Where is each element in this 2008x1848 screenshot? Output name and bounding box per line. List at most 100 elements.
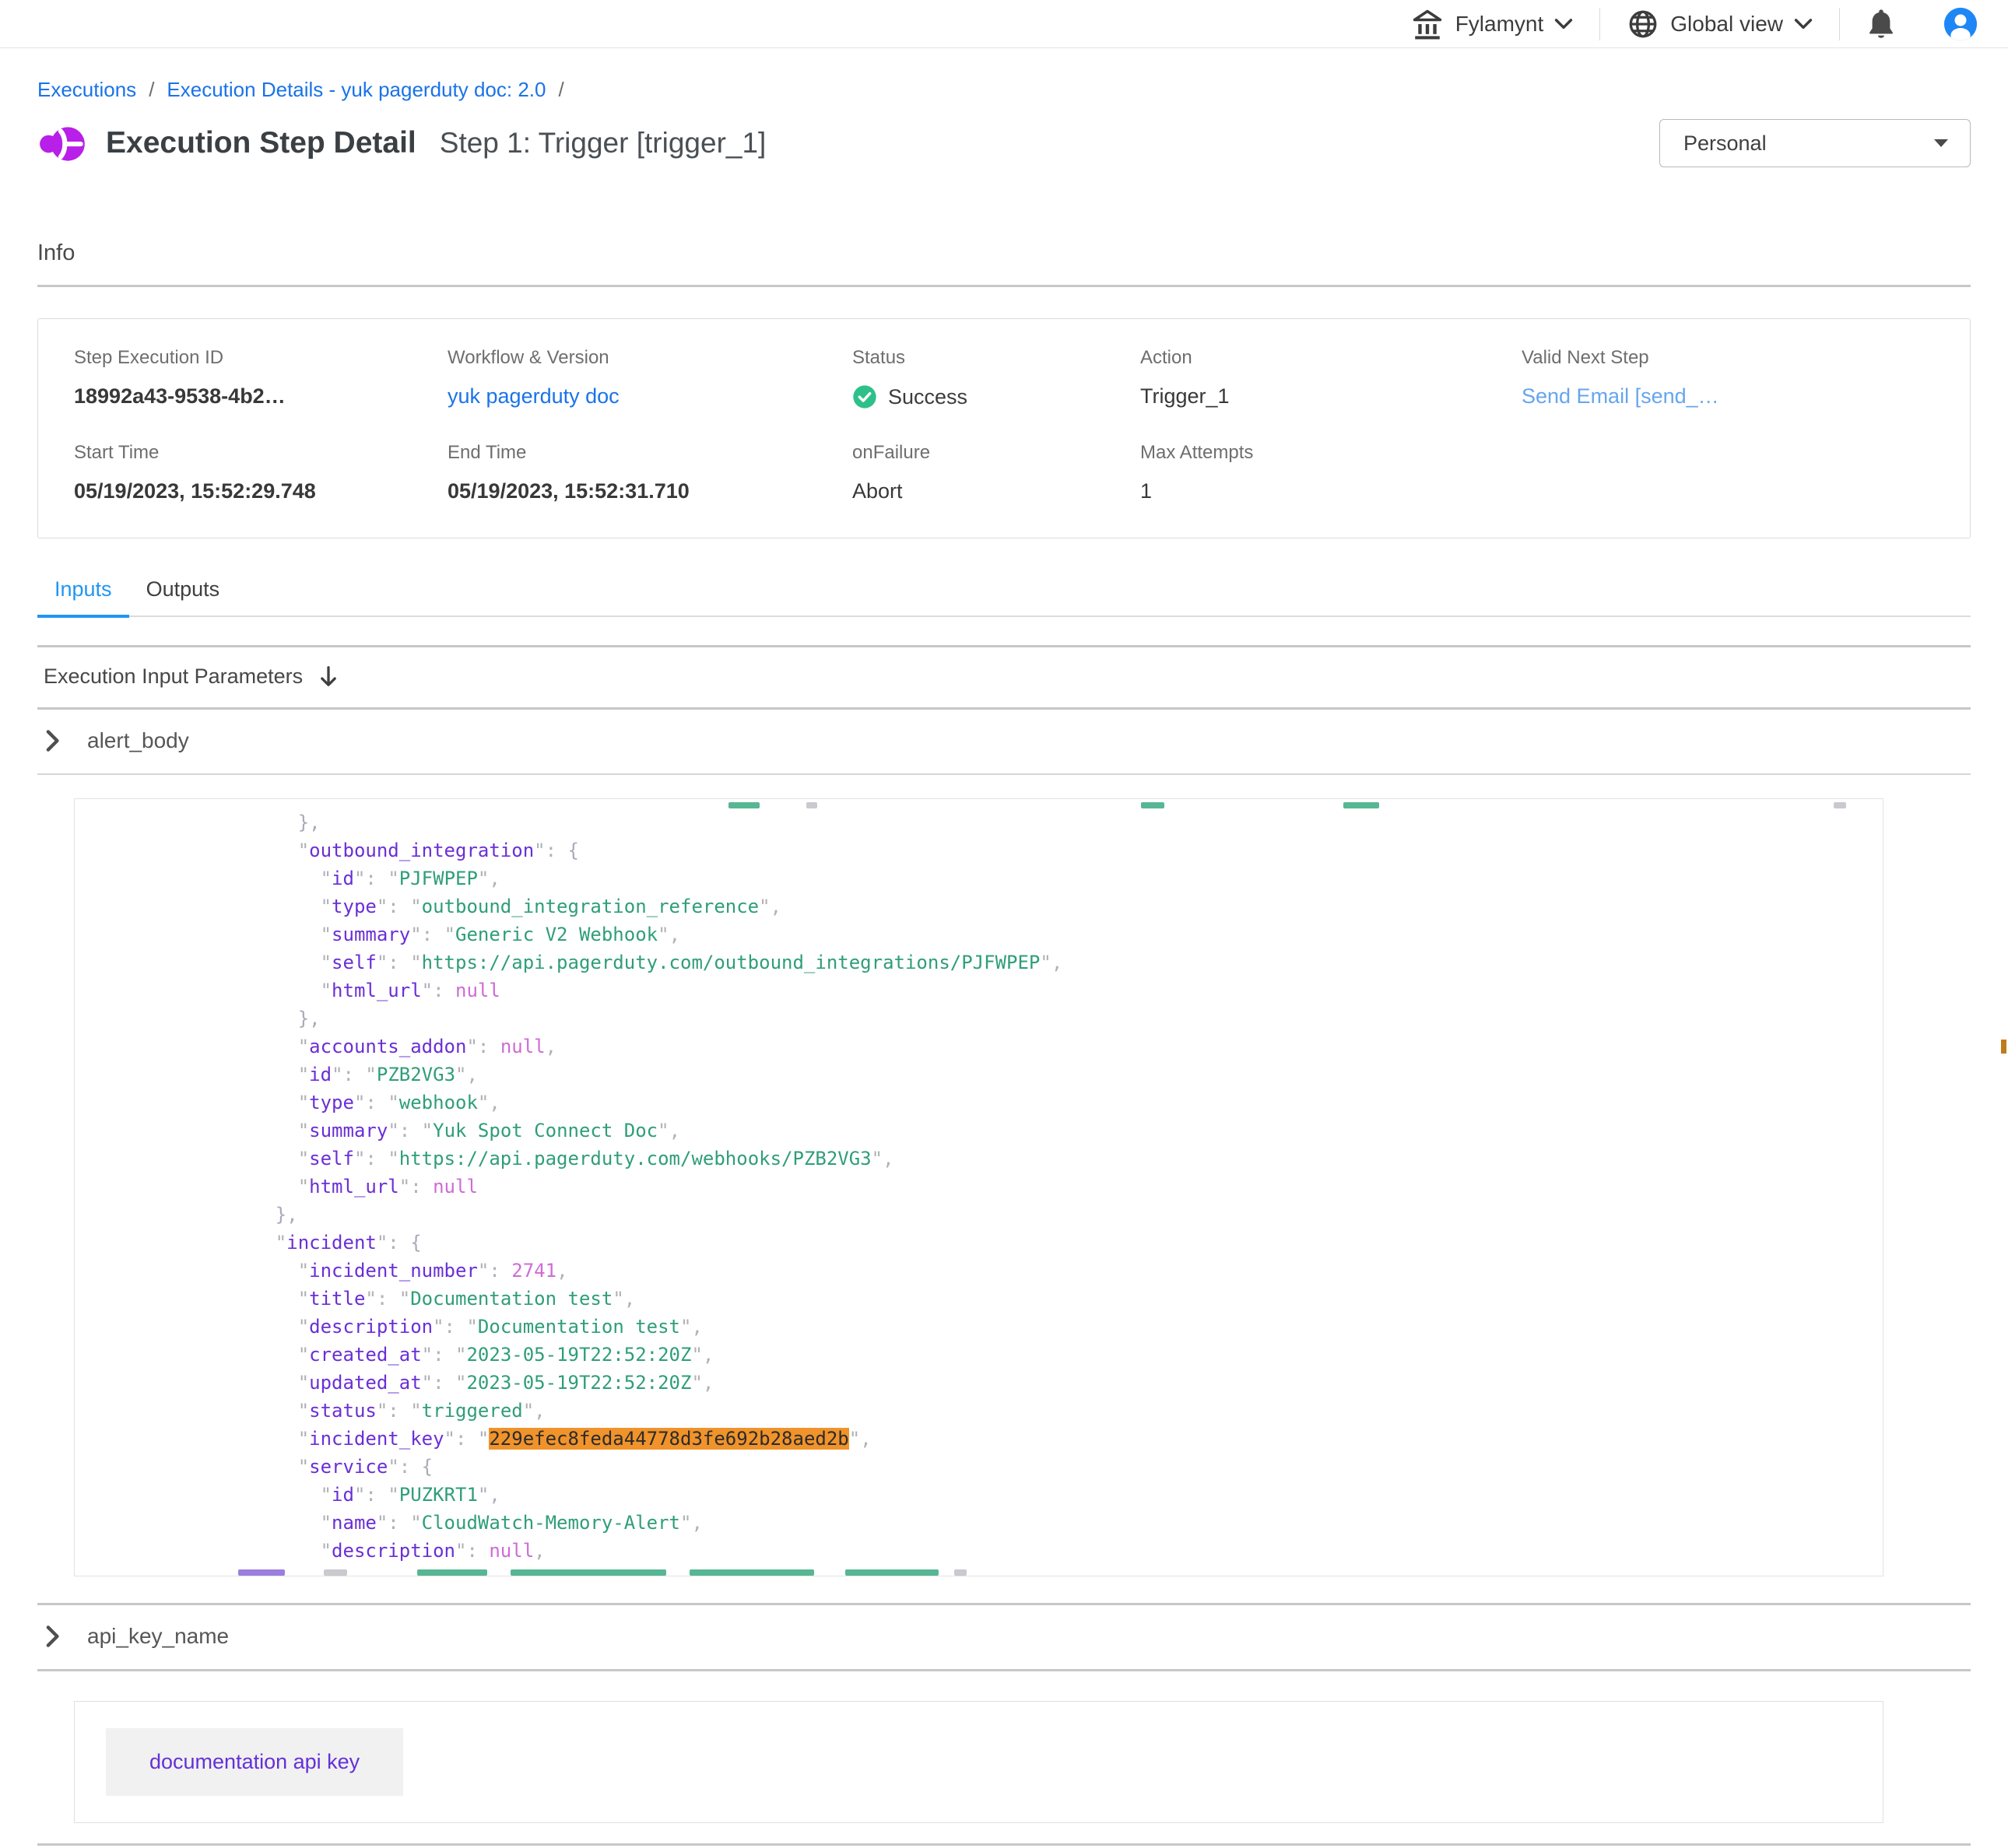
field-label: Workflow & Version [448,347,852,369]
api-key-name-expander[interactable]: api_key_name [37,1605,1971,1669]
code-line: "summary": "Generic V2 Webhook", [230,920,1883,949]
field-action: Action Trigger_1 [1140,347,1522,409]
bank-icon [1410,7,1445,41]
code-line: "incident": { [230,1229,1883,1257]
code-line: "type": "webhook", [230,1089,1883,1117]
code-line: "created_at": "2023-05-19T22:52:20Z", [230,1341,1883,1369]
code-line: "html_url": null [230,1173,1883,1201]
chevron-right-icon [45,1625,61,1648]
alert-body-expander[interactable]: alert_body [37,710,1971,773]
topbar-divider [1839,8,1840,40]
code-line: "accounts_addon": null, [230,1033,1883,1061]
tab-outputs[interactable]: Outputs [129,577,237,615]
caret-down-icon [1933,138,1950,149]
field-label: Action [1140,347,1522,369]
field-value: 18992a43-9538-4b2… [74,384,448,409]
globe-icon [1627,8,1659,40]
field-label: Start Time [74,442,448,464]
notifications-bell-icon[interactable] [1866,8,1896,40]
field-onfailure: onFailure Abort [852,442,1140,503]
code-line: "description": null, [230,1537,1883,1565]
clipped-code-line [230,799,1883,808]
field-workflow-version: Workflow & Version yuk pagerduty doc [448,347,852,409]
field-value: 05/19/2023, 15:52:31.710 [448,479,852,503]
field-valid-next-step: Valid Next Step Send Email [send_… [1522,347,1934,409]
code-line: "updated_at": "2023-05-19T22:52:20Z", [230,1369,1883,1397]
field-label: Max Attempts [1140,442,1522,464]
field-value: 1 [1140,479,1522,503]
field-max-attempts: Max Attempts 1 [1140,442,1522,503]
field-start-time: Start Time 05/19/2023, 15:52:29.748 [74,442,448,503]
workflow-logo-icon [37,121,89,166]
breadcrumb: Executions / Execution Details - yuk pag… [37,78,1971,102]
code-line: }, [230,808,1883,836]
chevron-down-icon [1554,18,1573,30]
code-line: "description": "Documentation test", [230,1313,1883,1341]
code-line: "id": "PUZKRT1", [230,1481,1883,1509]
top-bar: Fylamynt Global view [0,0,2008,48]
code-line: "service": { [230,1453,1883,1481]
next-step-link[interactable]: Send Email [send_… [1522,384,1719,408]
info-card: Step Execution ID 18992a43-9538-4b2… Wor… [37,318,1971,538]
clipped-code-line [230,1565,1883,1576]
view-label: Global view [1670,12,1783,37]
status-text: Success [888,385,967,409]
scrollbar-match-marker [2001,1040,2006,1054]
breadcrumb-separator: / [149,78,154,102]
code-line: "id": "PZB2VG3", [230,1061,1883,1089]
execution-input-parameters-header: Execution Input Parameters [37,647,1971,707]
alert-body-label: alert_body [87,728,189,753]
code-line: }, [230,1005,1883,1033]
page-title: Execution Step Detail [106,126,416,160]
field-value: Abort [852,479,1140,503]
breadcrumb-separator: / [558,78,563,102]
field-label: Step Execution ID [74,347,448,369]
code-line: "status": "triggered", [230,1397,1883,1425]
alert-body-json-viewer[interactable]: }, "outbound_integration": { "id": "PJFW… [74,798,1883,1576]
tabs: Inputs Outputs [37,577,1971,617]
success-check-icon [852,384,877,409]
breadcrumb-executions-link[interactable]: Executions [37,78,136,102]
api-key-name-chip: documentation api key [106,1728,403,1796]
topbar-divider [1599,8,1600,40]
api-key-name-value-box: documentation api key [74,1701,1883,1823]
breadcrumb-execution-details-link[interactable]: Execution Details - yuk pagerduty doc: 2… [167,78,546,102]
code-line: "summary": "Yuk Spot Connect Doc", [230,1117,1883,1145]
code-line: "html_url": null [230,977,1883,1005]
org-switcher[interactable]: Fylamynt [1410,7,1574,41]
field-label: onFailure [852,442,1140,464]
field-label: Status [852,347,1140,369]
field-end-time: End Time 05/19/2023, 15:52:31.710 [448,442,852,503]
field-status: Status Success [852,347,1140,409]
view-switcher[interactable]: Global view [1627,8,1813,40]
scope-select-value: Personal [1683,131,1767,156]
params-label: Execution Input Parameters [44,665,303,689]
code-line: }, [230,1201,1883,1229]
section-divider [37,773,1971,775]
tab-inputs[interactable]: Inputs [37,577,129,615]
field-value: 05/19/2023, 15:52:29.748 [74,479,448,503]
field-label: End Time [448,442,852,464]
org-label: Fylamynt [1455,12,1544,37]
workflow-link[interactable]: yuk pagerduty doc [448,384,620,408]
download-arrow-icon[interactable] [318,665,339,689]
code-line: "name": "CloudWatch-Memory-Alert", [230,1509,1883,1537]
title-row: Execution Step Detail Step 1: Trigger [t… [37,119,1971,167]
field-value: Trigger_1 [1140,384,1522,409]
section-divider [37,1669,1971,1671]
code-line: "incident_number": 2741, [230,1257,1883,1285]
code-line: "type": "outbound_integration_reference"… [230,892,1883,920]
user-avatar[interactable] [1943,6,1978,42]
info-heading: Info [37,240,1971,266]
code-line: "id": "PJFWPEP", [230,864,1883,892]
code-line: "title": "Documentation test", [230,1285,1883,1313]
section-divider [37,285,1971,287]
code-line: "self": "https://api.pagerduty.com/webho… [230,1145,1883,1173]
chevron-down-icon [1794,18,1813,30]
field-label: Valid Next Step [1522,347,1934,369]
scope-select[interactable]: Personal [1659,119,1971,167]
api-key-name-label: api_key_name [87,1624,229,1649]
page-subtitle: Step 1: Trigger [trigger_1] [440,127,767,160]
field-step-execution-id: Step Execution ID 18992a43-9538-4b2… [74,347,448,409]
code-line: "outbound_integration": { [230,836,1883,864]
